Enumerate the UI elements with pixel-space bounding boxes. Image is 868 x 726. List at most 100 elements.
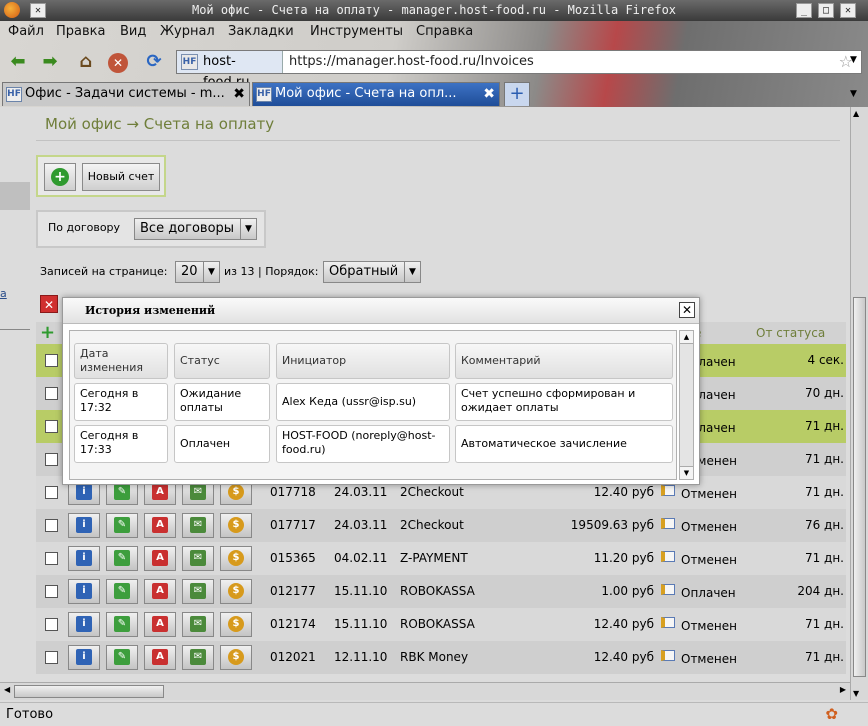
invoice-number[interactable]: 015365 (270, 551, 316, 565)
row-checkbox[interactable] (45, 486, 58, 499)
scroll-up-arrow-icon[interactable]: ▲ (680, 331, 693, 344)
close-window-button[interactable]: ✕ (840, 3, 856, 18)
pdf-button[interactable]: A (144, 579, 176, 604)
dialog-scrollbar[interactable]: ▲ ▼ (679, 330, 694, 480)
tab-invoices[interactable]: HF Мой офис - Счета на опл... ✖ (252, 82, 500, 106)
menu-bookmarks[interactable]: Закладки (228, 24, 294, 39)
pdf-button[interactable]: A (144, 513, 176, 538)
pdf-button[interactable]: A (144, 612, 176, 637)
scroll-down-arrow-icon[interactable]: ▼ (853, 689, 859, 698)
back-icon[interactable]: ⬅ (6, 51, 30, 75)
status-history-icon[interactable] (661, 617, 675, 628)
pdf-icon: A (152, 550, 168, 566)
status-history-icon[interactable] (661, 650, 675, 661)
delete-selected-icon[interactable]: ✕ (40, 295, 58, 313)
scroll-thumb[interactable] (853, 297, 866, 677)
status-text: Готово (6, 707, 54, 722)
payment-button[interactable]: $ (220, 612, 252, 637)
tab-tasks[interactable]: HF Офис - Задачи системы - m... ✖ (2, 82, 250, 106)
edit-button[interactable]: ✎ (106, 579, 138, 604)
payment-button[interactable]: $ (220, 645, 252, 670)
info-button[interactable]: i (68, 513, 100, 538)
menu-edit[interactable]: Правка (56, 24, 105, 39)
invoice-number[interactable]: 012177 (270, 584, 316, 598)
home-icon[interactable]: ⌂ (74, 51, 98, 75)
edit-button[interactable]: ✎ (106, 546, 138, 571)
reload-icon[interactable]: ⟳ (142, 51, 166, 75)
info-button[interactable]: i (68, 645, 100, 670)
tab-close-icon[interactable]: ✖ (483, 83, 495, 105)
column-header-from-status[interactable]: От статуса (756, 326, 825, 340)
row-checkbox[interactable] (45, 618, 58, 631)
pdf-button[interactable]: A (144, 645, 176, 670)
status-history-icon[interactable] (661, 485, 675, 496)
menu-tools[interactable]: Инструменты (310, 24, 403, 39)
add-row-icon[interactable]: + (40, 324, 55, 342)
sidebar-link-fragment[interactable]: а (0, 287, 7, 300)
page-vertical-scrollbar[interactable]: ▲ ▼ (850, 107, 868, 700)
row-checkbox[interactable] (45, 519, 58, 532)
per-page-select[interactable]: 20 ▼ (175, 261, 220, 283)
payment-button[interactable]: $ (220, 579, 252, 604)
status-history-icon[interactable] (661, 584, 675, 595)
status-history-icon[interactable] (661, 551, 675, 562)
menu-view[interactable]: Вид (120, 24, 146, 39)
scroll-thumb[interactable] (14, 685, 164, 698)
email-button[interactable]: ✉ (182, 612, 214, 637)
row-checkbox[interactable] (45, 453, 58, 466)
new-tab-button[interactable]: + (504, 82, 530, 106)
row-checkbox[interactable] (45, 387, 58, 400)
contract-filter-select[interactable]: Все договоры ▼ (134, 218, 257, 240)
invoice-number[interactable]: 017718 (270, 485, 316, 499)
scroll-left-arrow-icon[interactable]: ◀ (4, 685, 10, 694)
row-checkbox[interactable] (45, 354, 58, 367)
url-input[interactable]: https://manager.host-food.ru/Invoices (289, 54, 534, 69)
breadcrumb: Мой офис → Счета на оплату (45, 115, 275, 133)
invoice-number[interactable]: 012174 (270, 617, 316, 631)
add-invoice-button[interactable]: + (44, 163, 76, 191)
row-checkbox[interactable] (45, 420, 58, 433)
pdf-button[interactable]: A (144, 546, 176, 571)
row-checkbox[interactable] (45, 585, 58, 598)
scroll-down-arrow-icon[interactable]: ▼ (680, 466, 693, 479)
edit-button[interactable]: ✎ (106, 513, 138, 538)
email-button[interactable]: ✉ (182, 513, 214, 538)
close-icon[interactable]: ✕ (679, 302, 695, 318)
url-bar[interactable]: host-food.ru HF https://manager.host-foo… (176, 50, 862, 90)
order-select[interactable]: Обратный ▼ (323, 261, 421, 283)
forward-icon[interactable]: ➡ (38, 51, 62, 75)
info-button[interactable]: i (68, 612, 100, 637)
minimize-button[interactable]: _ (796, 3, 812, 18)
info-icon: i (76, 550, 92, 566)
url-dropdown-icon[interactable]: ▼ (850, 55, 857, 65)
stop-icon[interactable]: ✕ (108, 53, 128, 73)
status-age: 71 дн. (804, 551, 844, 565)
edit-button[interactable]: ✎ (106, 612, 138, 637)
tab-list-icon[interactable]: ▼ (850, 89, 857, 99)
email-button[interactable]: ✉ (182, 546, 214, 571)
row-checkbox[interactable] (45, 552, 58, 565)
page-horizontal-scrollbar[interactable]: ◀ ▶ (0, 682, 850, 700)
tab-close-icon[interactable]: ✖ (233, 83, 245, 105)
info-button[interactable]: i (68, 579, 100, 604)
menu-file[interactable]: Файл (8, 24, 44, 39)
info-button[interactable]: i (68, 546, 100, 571)
maximize-button[interactable]: □ (818, 3, 834, 18)
new-invoice-button[interactable]: Новый счет (82, 163, 160, 191)
scroll-right-arrow-icon[interactable]: ▶ (840, 685, 846, 694)
row-checkbox[interactable] (45, 651, 58, 664)
status-history-icon[interactable] (661, 518, 675, 529)
payment-button[interactable]: $ (220, 546, 252, 571)
payment-button[interactable]: $ (220, 513, 252, 538)
payment-icon: $ (228, 484, 244, 500)
invoice-number[interactable]: 017717 (270, 518, 316, 532)
menu-history[interactable]: Журнал (160, 24, 215, 39)
addon-icon[interactable]: ✿ (825, 705, 838, 723)
invoice-number[interactable]: 012021 (270, 650, 316, 664)
scroll-up-arrow-icon[interactable]: ▲ (853, 109, 859, 118)
edit-button[interactable]: ✎ (106, 645, 138, 670)
email-button[interactable]: ✉ (182, 645, 214, 670)
email-button[interactable]: ✉ (182, 579, 214, 604)
chevron-down-icon: ▼ (404, 262, 420, 282)
menu-help[interactable]: Справка (416, 24, 473, 39)
